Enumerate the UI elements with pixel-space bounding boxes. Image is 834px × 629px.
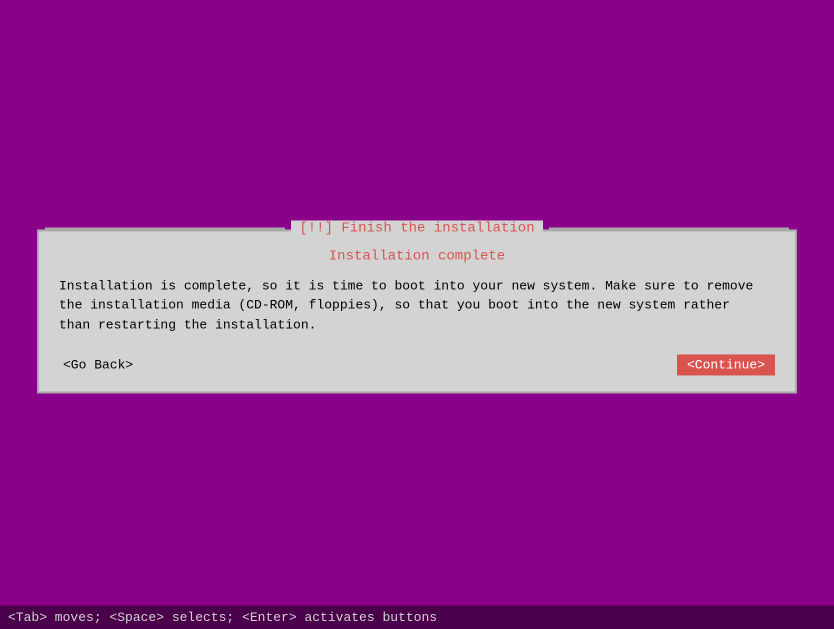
status-bar-text: <Tab> moves; <Space> selects; <Enter> ac…: [8, 610, 437, 625]
dialog-buttons: <Go Back> <Continue>: [55, 354, 779, 375]
continue-button[interactable]: <Continue>: [677, 354, 775, 375]
dialog-box: [!!] Finish the installation Installatio…: [37, 229, 797, 394]
title-line-left: [45, 227, 285, 229]
dialog-title-bar: [!!] Finish the installation: [39, 220, 795, 236]
installation-complete-title: Installation complete: [55, 248, 779, 264]
status-bar: <Tab> moves; <Space> selects; <Enter> ac…: [0, 605, 834, 629]
message-line2: the installation media (CD-ROM, floppies…: [59, 297, 730, 312]
go-back-button[interactable]: <Go Back>: [59, 355, 137, 374]
terminal-background: [!!] Finish the installation Installatio…: [0, 0, 834, 629]
installation-message: Installation is complete, so it is time …: [59, 276, 779, 335]
message-line3: than restarting the installation.: [59, 317, 316, 332]
title-line-right: [549, 227, 789, 229]
dialog-content: Installation complete Installation is co…: [39, 244, 795, 392]
dialog-title: [!!] Finish the installation: [291, 220, 542, 236]
dialog-wrapper: [!!] Finish the installation Installatio…: [37, 229, 797, 394]
message-line1: Installation is complete, so it is time …: [59, 278, 753, 293]
